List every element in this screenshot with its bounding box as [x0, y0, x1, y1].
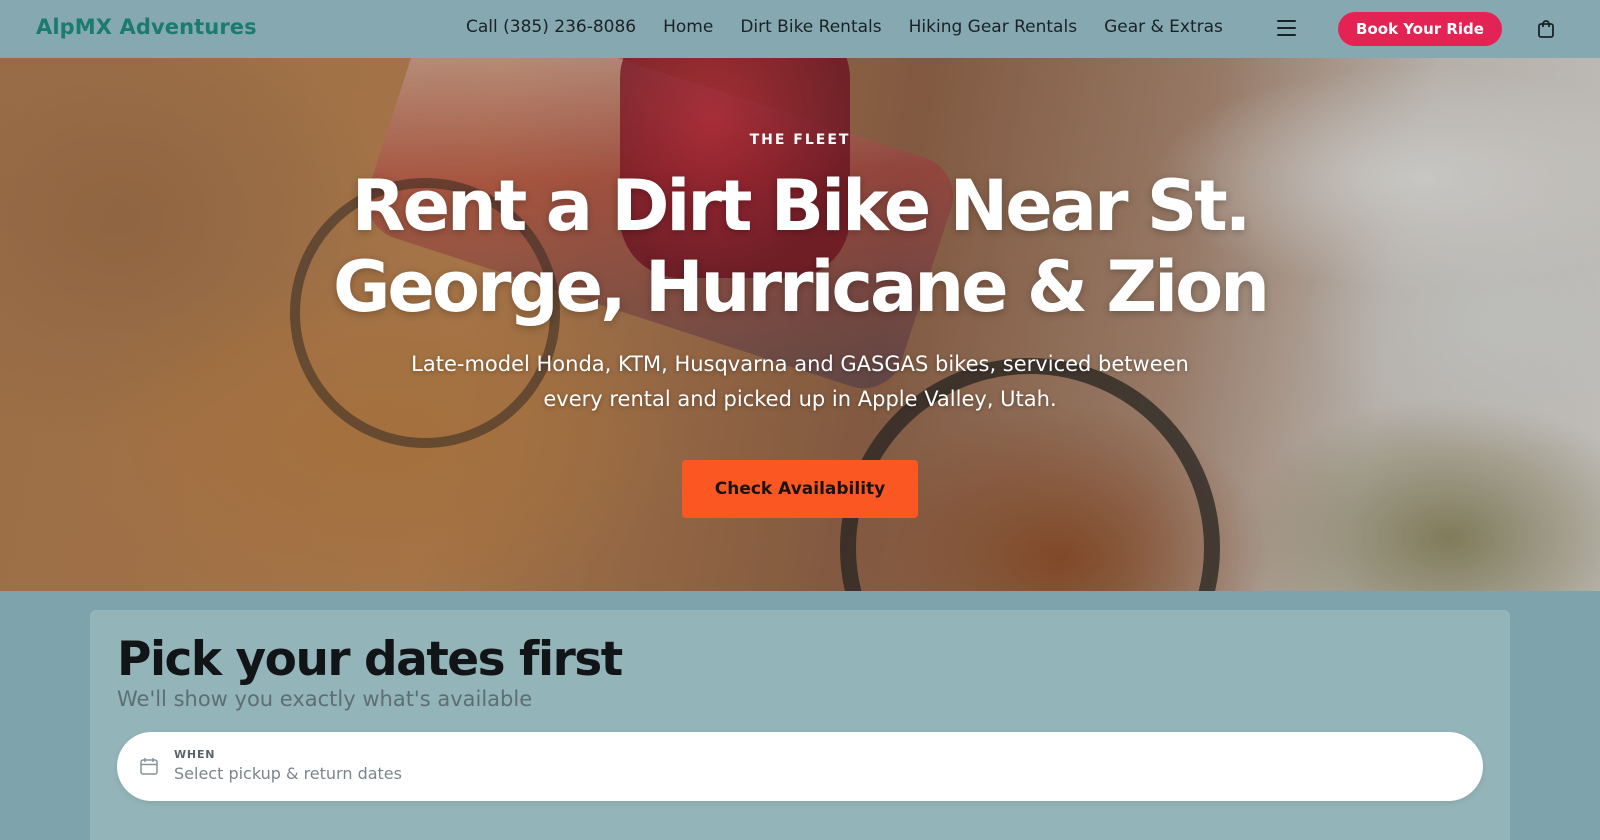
hamburger-icon[interactable] — [1277, 20, 1296, 37]
nav-item-hiking-gear-rentals[interactable]: Hiking Gear Rentals — [909, 17, 1077, 37]
hero-subtitle: Late-model Honda, KTM, Husqvarna and GAS… — [411, 352, 1189, 411]
date-range-picker[interactable]: WHEN Select pickup & return dates — [117, 732, 1483, 801]
calendar-icon — [140, 758, 158, 775]
top-navigation: AlpMX Adventures Call (385) 236-8086 Hom… — [0, 0, 1600, 58]
nav-links: Call (385) 236-8086 Home Dirt Bike Renta… — [466, 17, 1223, 37]
nav-item-dirt-bike-rentals[interactable]: Dirt Bike Rentals — [740, 17, 881, 37]
nav-item-home[interactable]: Home — [663, 17, 713, 37]
date-field-label: WHEN — [174, 748, 216, 761]
date-field-placeholder: Select pickup & return dates — [174, 764, 402, 783]
booking-panel: Pick your dates first We'll show you exa… — [90, 610, 1510, 840]
nav-item-gear-extras[interactable]: Gear & Extras — [1104, 17, 1223, 37]
hero-title: Rent a Dirt Bike Near St. George, Hurric… — [332, 165, 1270, 328]
nav-item-call[interactable]: Call (385) 236-8086 — [466, 17, 636, 37]
site-logo[interactable]: AlpMX Adventures — [36, 15, 257, 39]
book-your-ride-button[interactable]: Book Your Ride — [1338, 12, 1502, 46]
booking-subtitle: We'll show you exactly what's available — [117, 687, 533, 711]
check-availability-button[interactable]: Check Availability — [682, 460, 918, 518]
shopping-bag-icon[interactable] — [1537, 19, 1555, 39]
hero-section: THE FLEET Rent a Dirt Bike Near St. Geor… — [0, 58, 1600, 591]
booking-title: Pick your dates first — [117, 632, 623, 687]
hero-eyebrow: THE FLEET — [749, 132, 851, 148]
